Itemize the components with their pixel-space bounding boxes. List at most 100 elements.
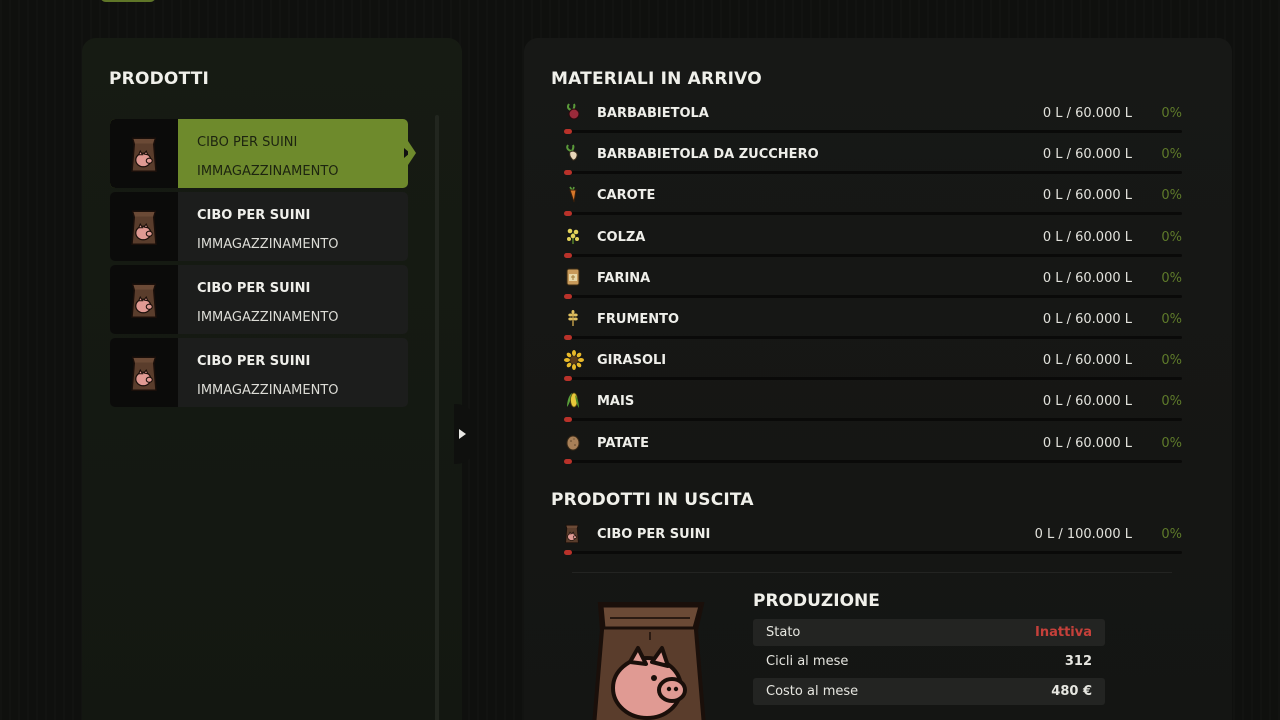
pig-feed-bag-icon	[564, 524, 582, 544]
product-category: IMMAGAZZINAMENTO	[197, 164, 339, 179]
fill-level-bar	[568, 171, 1182, 175]
material-row: PATATE 0 L / 60.000 L 0%	[562, 433, 1182, 467]
material-percent: 0%	[1161, 312, 1182, 327]
material-amount: 0 L / 100.000 L	[1034, 527, 1132, 542]
material-row: MAIS 0 L / 60.000 L 0%	[562, 391, 1182, 425]
material-name: MAIS	[597, 394, 635, 410]
canola-icon	[564, 227, 582, 245]
fill-level-bar	[568, 294, 1182, 298]
material-row: CIBO PER SUINI 0 L / 100.000 L 0%	[562, 524, 1182, 558]
product-list-item[interactable]: CIBO PER SUINI IMMAGAZZINAMENTO	[110, 192, 408, 261]
material-percent: 0%	[1161, 527, 1182, 542]
fill-level-bar	[568, 551, 1182, 554]
sugar-beet-icon	[564, 144, 582, 162]
stat-value: 480 €	[1051, 683, 1092, 699]
fill-level-marker	[564, 550, 572, 555]
top-tab-indicator	[100, 0, 156, 2]
material-amount: 0 L / 60.000 L	[1042, 312, 1132, 327]
pig-feed-bag-icon	[590, 596, 714, 720]
fill-level-bar	[568, 130, 1182, 133]
pig-feed-bag-icon	[110, 192, 178, 261]
pig-feed-bag-icon	[110, 338, 178, 407]
product-name: CIBO PER SUINI	[197, 354, 311, 369]
products-title: PRODOTTI	[109, 69, 210, 89]
product-name: CIBO PER SUINI	[197, 281, 311, 296]
material-amount: 0 L / 60.000 L	[1042, 394, 1132, 410]
material-amount: 0 L / 60.000 L	[1042, 188, 1132, 204]
material-name: CAROTE	[597, 188, 656, 204]
fill-level-bar	[568, 377, 1182, 381]
material-percent: 0%	[1161, 435, 1182, 451]
material-name: BARBABIETOLA DA ZUCCHERO	[597, 147, 819, 163]
product-category: IMMAGAZZINAMENTO	[197, 237, 339, 252]
fill-level-marker	[564, 211, 572, 217]
fill-level-bar	[568, 459, 1182, 463]
material-name: FARINA	[597, 270, 651, 286]
incoming-materials-title: MATERIALI IN ARRIVO	[551, 69, 762, 89]
section-divider	[572, 572, 1172, 573]
product-list-item[interactable]: CIBO PER SUINI IMMAGAZZINAMENTO	[110, 338, 408, 407]
pig-feed-bag-icon	[110, 265, 178, 334]
arrow-right-icon	[459, 429, 466, 439]
wheat-icon	[564, 309, 582, 327]
production-stat-row: Stato Inattiva	[753, 619, 1105, 646]
material-name: COLZA	[597, 229, 646, 245]
fill-level-marker	[564, 129, 572, 134]
flour-icon	[564, 268, 582, 286]
material-amount: 0 L / 60.000 L	[1042, 106, 1132, 121]
fill-level-bar	[568, 336, 1182, 339]
material-amount: 0 L / 60.000 L	[1042, 147, 1132, 163]
product-name: CIBO PER SUINI	[197, 135, 298, 150]
material-amount: 0 L / 60.000 L	[1042, 229, 1132, 245]
material-row: FRUMENTO 0 L / 60.000 L 0%	[562, 309, 1182, 343]
material-name: FRUMENTO	[597, 312, 680, 327]
material-percent: 0%	[1161, 106, 1182, 121]
product-category: IMMAGAZZINAMENTO	[197, 310, 339, 325]
sunflower-icon	[564, 350, 584, 371]
material-amount: 0 L / 60.000 L	[1042, 353, 1132, 369]
material-row: FARINA 0 L / 60.000 L 0%	[562, 268, 1182, 302]
fill-level-marker	[564, 335, 572, 340]
product-list-item[interactable]: CIBO PER SUINI IMMAGAZZINAMENTO	[110, 119, 416, 188]
pig-feed-bag-icon	[110, 119, 178, 188]
product-category: IMMAGAZZINAMENTO	[197, 383, 339, 398]
material-amount: 0 L / 60.000 L	[1042, 435, 1132, 451]
fill-level-bar	[568, 418, 1182, 422]
material-name: PATATE	[597, 435, 650, 451]
material-row: COLZA 0 L / 60.000 L 0%	[562, 227, 1182, 261]
selected-arrow-icon	[404, 148, 410, 158]
production-title: PRODUZIONE	[753, 591, 880, 611]
carrot-icon	[564, 185, 582, 203]
production-stat-row: Cicli al mese 312	[753, 648, 1105, 675]
outgoing-products-title: PRODOTTI IN USCITA	[551, 490, 754, 510]
material-percent: 0%	[1161, 147, 1182, 163]
fill-level-bar	[568, 212, 1182, 216]
material-row: BARBABIETOLA 0 L / 60.000 L 0%	[562, 103, 1182, 137]
beetroot-icon	[564, 103, 582, 121]
products-panel: PRODOTTI CIBO PER SUINI IMMAGAZZINAMENTO…	[82, 38, 462, 720]
fill-level-marker	[564, 458, 572, 464]
fill-level-marker	[564, 293, 572, 299]
fill-level-bar	[568, 253, 1182, 257]
product-name: CIBO PER SUINI	[197, 208, 311, 223]
material-name: CIBO PER SUINI	[597, 527, 711, 542]
stat-label: Cicli al mese	[766, 654, 849, 670]
material-row: CAROTE 0 L / 60.000 L 0%	[562, 185, 1182, 219]
details-panel: MATERIALI IN ARRIVO BARBABIETOLA 0 L / 6…	[524, 38, 1232, 720]
fill-level-marker	[564, 417, 572, 423]
material-row: BARBABIETOLA DA ZUCCHERO 0 L / 60.000 L …	[562, 144, 1182, 178]
fill-level-marker	[564, 252, 572, 258]
production-stat-row: Costo al mese 480 €	[753, 677, 1105, 705]
stat-value: 312	[1064, 654, 1092, 670]
material-percent: 0%	[1161, 270, 1182, 286]
fill-level-marker	[564, 170, 572, 176]
product-list-item[interactable]: CIBO PER SUINI IMMAGAZZINAMENTO	[110, 265, 408, 334]
material-percent: 0%	[1161, 229, 1182, 245]
material-percent: 0%	[1161, 353, 1182, 369]
material-name: GIRASOLI	[597, 353, 667, 369]
stat-label: Stato	[766, 625, 801, 640]
material-percent: 0%	[1161, 394, 1182, 410]
material-percent: 0%	[1161, 188, 1182, 204]
products-scrollbar[interactable]	[435, 115, 439, 720]
potato-icon	[564, 433, 582, 451]
